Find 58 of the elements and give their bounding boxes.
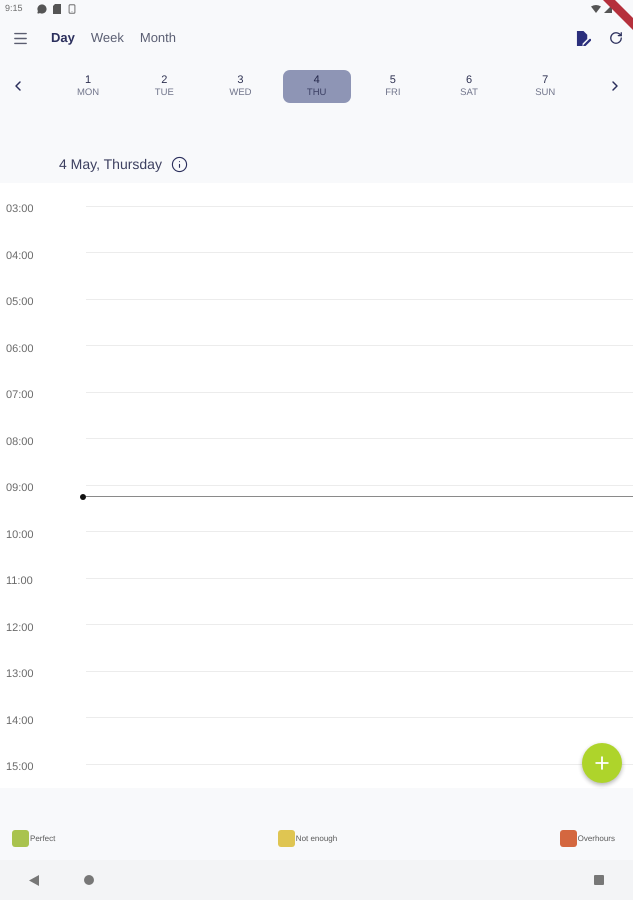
home-circle-icon — [84, 875, 94, 885]
day-button[interactable]: 1 MON — [54, 70, 122, 102]
day-button[interactable]: 7 SUN — [511, 70, 580, 102]
view-tab[interactable]: Day — [50, 28, 76, 48]
day-number: 4 — [314, 74, 320, 86]
hour-label: 15:00 — [5, 760, 35, 775]
refresh-icon — [609, 31, 623, 45]
date-heading: 4 May, Thursday — [59, 154, 162, 174]
day-button[interactable]: 5 FRI — [358, 70, 427, 102]
hour-label: 04:00 — [5, 248, 35, 264]
day-number: 1 — [85, 74, 92, 86]
hour-label: 11:00 — [5, 574, 34, 589]
legend-label: Overhours — [578, 832, 615, 844]
hour-label: 06:00 — [5, 342, 35, 356]
hour-label: 08:00 — [5, 434, 35, 450]
view-tab[interactable]: Month — [138, 28, 177, 48]
back-button[interactable] — [28, 874, 39, 886]
legend-label: Not enough — [296, 832, 338, 844]
sd-card-icon — [52, 4, 61, 14]
hour-label: 10:00 — [5, 528, 35, 542]
back-triangle-icon — [28, 874, 38, 886]
hour-label: 12:00 — [5, 620, 35, 636]
phone-icon — [66, 4, 77, 14]
info-icon — [171, 156, 188, 172]
weekday-label: TUE — [154, 86, 174, 98]
chat-bubble-icon — [36, 4, 47, 14]
home-button[interactable] — [84, 875, 94, 885]
view-tab[interactable]: Week — [90, 28, 125, 48]
edit-document-button[interactable] — [574, 29, 592, 47]
weekday-label: THU — [306, 86, 326, 98]
day-number: 3 — [237, 74, 244, 86]
weekday-label: FRI — [385, 86, 400, 98]
status-time: 9:15 — [5, 2, 23, 16]
day-button[interactable]: 6 SAT — [435, 70, 504, 102]
day-button[interactable]: 3 WED — [206, 70, 274, 102]
hour-label: 05:00 — [5, 295, 35, 310]
hour-label: 09:00 — [5, 481, 35, 496]
day-number: 5 — [390, 74, 396, 86]
weekday-label: SUN — [535, 86, 556, 98]
weekday-label: MON — [77, 86, 100, 98]
day-number: 2 — [161, 74, 168, 86]
info-button[interactable] — [170, 155, 189, 173]
legend-label: Perfect — [30, 832, 56, 844]
day-button[interactable]: 2 TUE — [130, 70, 198, 102]
day-number: 6 — [466, 74, 472, 86]
hour-label: 14:00 — [5, 714, 35, 728]
refresh-button[interactable] — [608, 30, 624, 46]
hour-label: 13:00 — [5, 667, 35, 682]
document-pencil-icon — [576, 30, 590, 46]
day-number: 7 — [542, 74, 548, 86]
hour-label: 03:00 — [5, 202, 35, 217]
weekday-label: WED — [229, 86, 252, 98]
current-time-dot-icon — [80, 494, 86, 500]
day-button[interactable]: 4 THU — [282, 70, 351, 102]
recents-square-icon — [594, 875, 604, 885]
hour-label: 07:00 — [5, 388, 35, 403]
weekday-label: SAT — [460, 86, 478, 98]
wifi-icon — [591, 5, 601, 13]
